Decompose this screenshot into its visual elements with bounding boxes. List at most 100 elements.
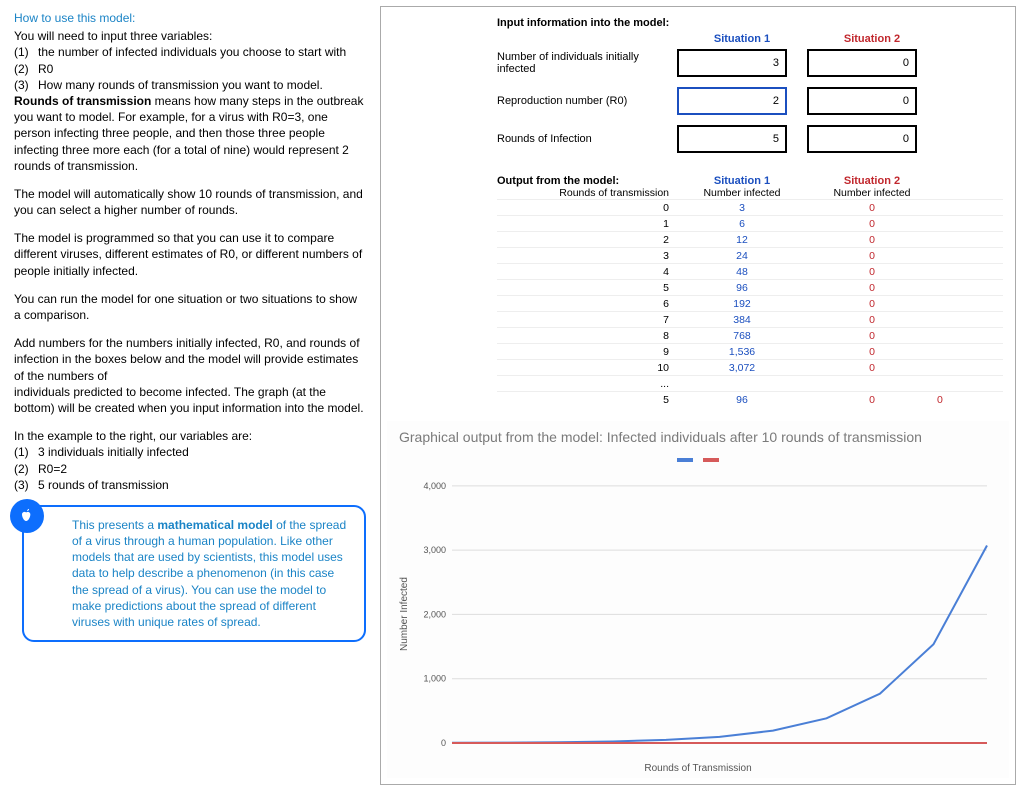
cell-round: 2	[497, 234, 677, 246]
callout-text: This presents a mathematical model of th…	[22, 505, 366, 642]
table-row: 030	[497, 199, 1003, 215]
cell-round: ...	[497, 378, 677, 390]
cell-sit2: 0	[807, 298, 937, 310]
cell-sit1: 48	[677, 266, 807, 278]
table-row: 59600	[497, 391, 1003, 407]
table-row: 4480	[497, 263, 1003, 279]
input-cell-sit2[interactable]: 0	[807, 49, 917, 77]
instructions-panel: How to use this model: You will need to …	[0, 0, 380, 791]
table-row: 61920	[497, 295, 1003, 311]
p2: The model will automatically show 10 rou…	[14, 186, 366, 218]
cell-sit2: 0	[807, 250, 937, 262]
input-title: Input information into the model:	[497, 17, 1003, 29]
svg-text:3,000: 3,000	[423, 545, 446, 555]
cell-round: 3	[497, 250, 677, 262]
cell-sit1: 384	[677, 314, 807, 326]
cell-sit1: 96	[677, 282, 807, 294]
col-infected2: Number infected	[807, 187, 937, 199]
cell-sit1: 24	[677, 250, 807, 262]
p3: The model is programmed so that you can …	[14, 230, 366, 279]
table-row: 3240	[497, 247, 1003, 263]
x-axis-label: Rounds of Transmission	[399, 763, 997, 774]
chart-legend	[399, 451, 997, 465]
cell-sit2: 0	[807, 346, 937, 358]
cell-sit1: 12	[677, 234, 807, 246]
table-row: 73840	[497, 311, 1003, 327]
cell-sit2: 0	[807, 266, 937, 278]
legend-series1-icon	[677, 458, 693, 462]
table-row: 160	[497, 215, 1003, 231]
example-block: In the example to the right, our variabl…	[14, 428, 366, 493]
out-sit2: Situation 2	[807, 175, 937, 187]
col-rounds: Rounds of transmission	[497, 187, 677, 199]
svg-text:0: 0	[441, 738, 446, 748]
output-title: Output from the model:	[497, 175, 677, 187]
svg-text:4,000: 4,000	[423, 481, 446, 491]
p4: You can run the model for one situation …	[14, 291, 366, 323]
spreadsheet: Input information into the model: Situat…	[387, 13, 1009, 407]
input-cell-sit2[interactable]: 0	[807, 125, 917, 153]
situation1-header: Situation 1	[677, 33, 807, 45]
rounds-para: Rounds of transmission means how many st…	[14, 93, 366, 174]
cell-sit1: 1,536	[677, 346, 807, 358]
svg-text:2,000: 2,000	[423, 609, 446, 619]
input-row: Number of individuals initially infected…	[497, 49, 1003, 77]
cell-sit2: 0	[807, 202, 937, 214]
input-label: Rounds of Infection	[497, 133, 677, 145]
input-row: Reproduction number (R0)20	[497, 87, 1003, 115]
variable-list: (1)the number of infected individuals yo…	[14, 44, 366, 93]
chart-plot: 0 1,000 2,000 3,000 4,000	[410, 467, 997, 761]
cell-round: 8	[497, 330, 677, 342]
cell-sit2: 0	[807, 282, 937, 294]
callout-box: This presents a mathematical model of th…	[14, 505, 366, 642]
table-row: 87680	[497, 327, 1003, 343]
input-cell-sit1[interactable]: 2	[677, 87, 787, 115]
input-label: Number of individuals initially infected	[497, 51, 677, 75]
legend-series2-icon	[703, 458, 719, 462]
output-section: Output from the model: Situation 1 Situa…	[497, 175, 1003, 407]
cell-sit2: 0	[807, 314, 937, 326]
table-row: 2120	[497, 231, 1003, 247]
cell-round: 5	[497, 394, 677, 406]
input-cell-sit1[interactable]: 5	[677, 125, 787, 153]
cell-round: 4	[497, 266, 677, 278]
cell-sit1: 768	[677, 330, 807, 342]
cell-sit2: 0	[807, 362, 937, 374]
table-row: 5960	[497, 279, 1003, 295]
cell-round: 7	[497, 314, 677, 326]
cell-round: 5	[497, 282, 677, 294]
heading: How to use this model:	[14, 10, 366, 26]
cell-extra: 0	[937, 394, 957, 406]
cell-sit2: 0	[807, 218, 937, 230]
cell-sit2: 0	[807, 394, 937, 406]
table-row: 91,5360	[497, 343, 1003, 359]
cell-sit1: 192	[677, 298, 807, 310]
cell-sit1: 3	[677, 202, 807, 214]
p5b: individuals predicted to become infected…	[14, 384, 366, 416]
table-row: 103,0720	[497, 359, 1003, 375]
input-section: Input information into the model: Situat…	[497, 17, 1003, 153]
cell-round: 10	[497, 362, 677, 374]
cell-round: 0	[497, 202, 677, 214]
table-row: ...	[497, 375, 1003, 391]
apple-icon	[10, 499, 44, 533]
cell-sit2: 0	[807, 234, 937, 246]
input-cell-sit2[interactable]: 0	[807, 87, 917, 115]
cell-round: 1	[497, 218, 677, 230]
model-panel: Input information into the model: Situat…	[380, 6, 1016, 785]
chart-area: Graphical output from the model: Infecte…	[387, 421, 1009, 778]
intro-text: You will need to input three variables:	[14, 28, 366, 44]
input-cell-sit1[interactable]: 3	[677, 49, 787, 77]
cell-sit2: 0	[807, 330, 937, 342]
cell-round: 6	[497, 298, 677, 310]
cell-round: 9	[497, 346, 677, 358]
y-axis-label: Number Infected	[399, 467, 410, 761]
out-sit1: Situation 1	[677, 175, 807, 187]
input-label: Reproduction number (R0)	[497, 95, 677, 107]
input-row: Rounds of Infection50	[497, 125, 1003, 153]
cell-sit1: 3,072	[677, 362, 807, 374]
situation2-header: Situation 2	[807, 33, 937, 45]
p5a: Add numbers for the numbers initially in…	[14, 335, 366, 384]
example-list: (1)3 individuals initially infected (2)R…	[14, 444, 366, 493]
svg-text:1,000: 1,000	[423, 674, 446, 684]
